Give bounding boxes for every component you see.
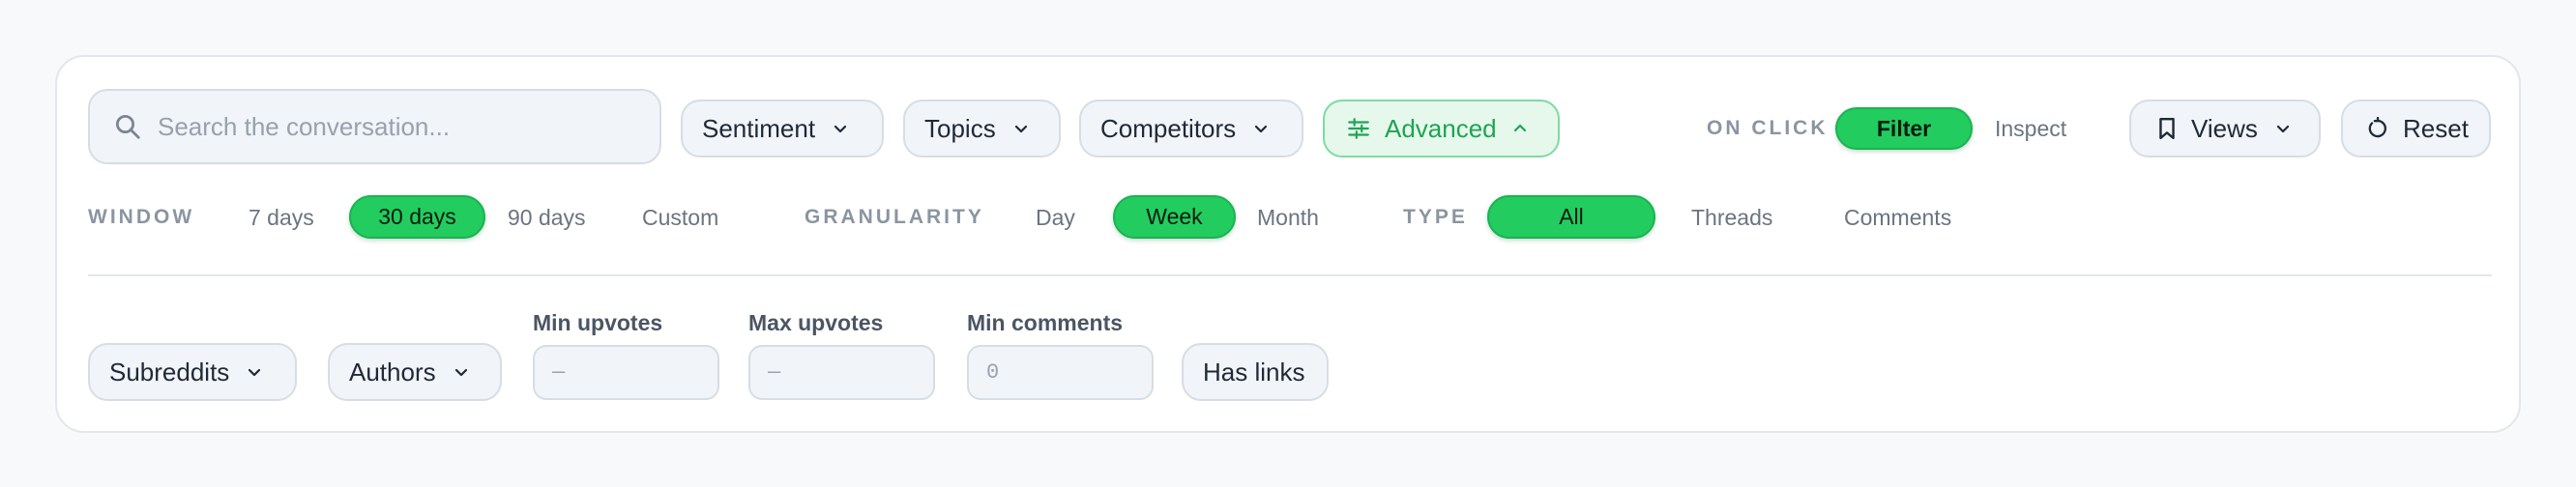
window-label: WINDOW: [88, 206, 195, 228]
rotate-icon: [2368, 117, 2386, 138]
type-option-threads[interactable]: Threads: [1691, 205, 1772, 231]
granularity-label: GRANULARITY: [805, 206, 984, 228]
max-upvotes-field[interactable]: [748, 345, 935, 400]
authors-dropdown[interactable]: Authors: [328, 343, 502, 401]
search-input[interactable]: [158, 111, 641, 142]
search-box[interactable]: [88, 89, 661, 164]
window-option-90-days[interactable]: 90 days: [508, 205, 586, 231]
min-comments-input[interactable]: [969, 347, 1152, 398]
chevron-down-icon: [834, 125, 847, 133]
max-upvotes-input[interactable]: [750, 347, 933, 398]
competitors-dropdown[interactable]: Competitors: [1079, 100, 1303, 158]
on-click-label: ON CLICK: [1707, 117, 1829, 139]
reset-button[interactable]: Reset: [2341, 100, 2491, 158]
granularity-option-month[interactable]: Month: [1257, 205, 1319, 231]
chevron-up-icon: [1513, 124, 1526, 132]
type-option-all[interactable]: All: [1487, 195, 1655, 239]
authors-label: Authors: [349, 357, 436, 387]
competitors-label: Competitors: [1100, 113, 1237, 143]
window-option-7-days[interactable]: 7 days: [249, 205, 314, 231]
section-divider: [88, 274, 2492, 276]
has-links-toggle[interactable]: Has links: [1182, 343, 1329, 401]
type-label: TYPE: [1403, 206, 1468, 228]
chevron-down-icon: [1255, 125, 1268, 133]
advanced-label: Advanced: [1385, 113, 1497, 143]
has-links-label: Has links: [1203, 357, 1305, 387]
min-comments-field[interactable]: [967, 345, 1154, 400]
reset-label: Reset: [2403, 113, 2469, 143]
sentiment-label: Sentiment: [702, 113, 816, 143]
filter-panel: Sentiment Topics Competitors Advanced ON…: [55, 55, 2521, 433]
chevron-down-icon: [2276, 125, 2289, 133]
min-comments-label: Min comments: [967, 310, 1124, 335]
min-upvotes-field[interactable]: [533, 345, 719, 400]
on-click-inspect-option[interactable]: Inspect: [1995, 116, 2066, 142]
subreddits-dropdown[interactable]: Subreddits: [88, 343, 297, 401]
subreddits-label: Subreddits: [109, 357, 230, 387]
views-dropdown[interactable]: Views: [2129, 100, 2321, 158]
views-label: Views: [2191, 113, 2258, 143]
bookmark-icon: [2159, 117, 2175, 140]
on-click-filter-option[interactable]: Filter: [1835, 107, 1973, 150]
topics-label: Topics: [924, 113, 996, 143]
granularity-option-day[interactable]: Day: [1036, 205, 1075, 231]
max-upvotes-label: Max upvotes: [748, 310, 884, 335]
min-upvotes-input[interactable]: [535, 347, 717, 398]
granularity-option-week[interactable]: Week: [1113, 195, 1236, 239]
type-option-comments[interactable]: Comments: [1844, 205, 1951, 231]
sentiment-dropdown[interactable]: Sentiment: [681, 100, 884, 158]
chevron-down-icon: [1014, 125, 1027, 133]
advanced-toggle-button[interactable]: Advanced: [1323, 100, 1560, 158]
chevron-down-icon: [249, 368, 261, 377]
min-upvotes-label: Min upvotes: [533, 310, 663, 335]
sliders-icon: [1348, 118, 1369, 139]
search-icon: [116, 115, 140, 139]
topics-dropdown[interactable]: Topics: [903, 100, 1061, 158]
chevron-down-icon: [454, 368, 467, 377]
window-option-30-days[interactable]: 30 days: [349, 195, 485, 239]
window-option-custom[interactable]: Custom: [642, 205, 718, 231]
